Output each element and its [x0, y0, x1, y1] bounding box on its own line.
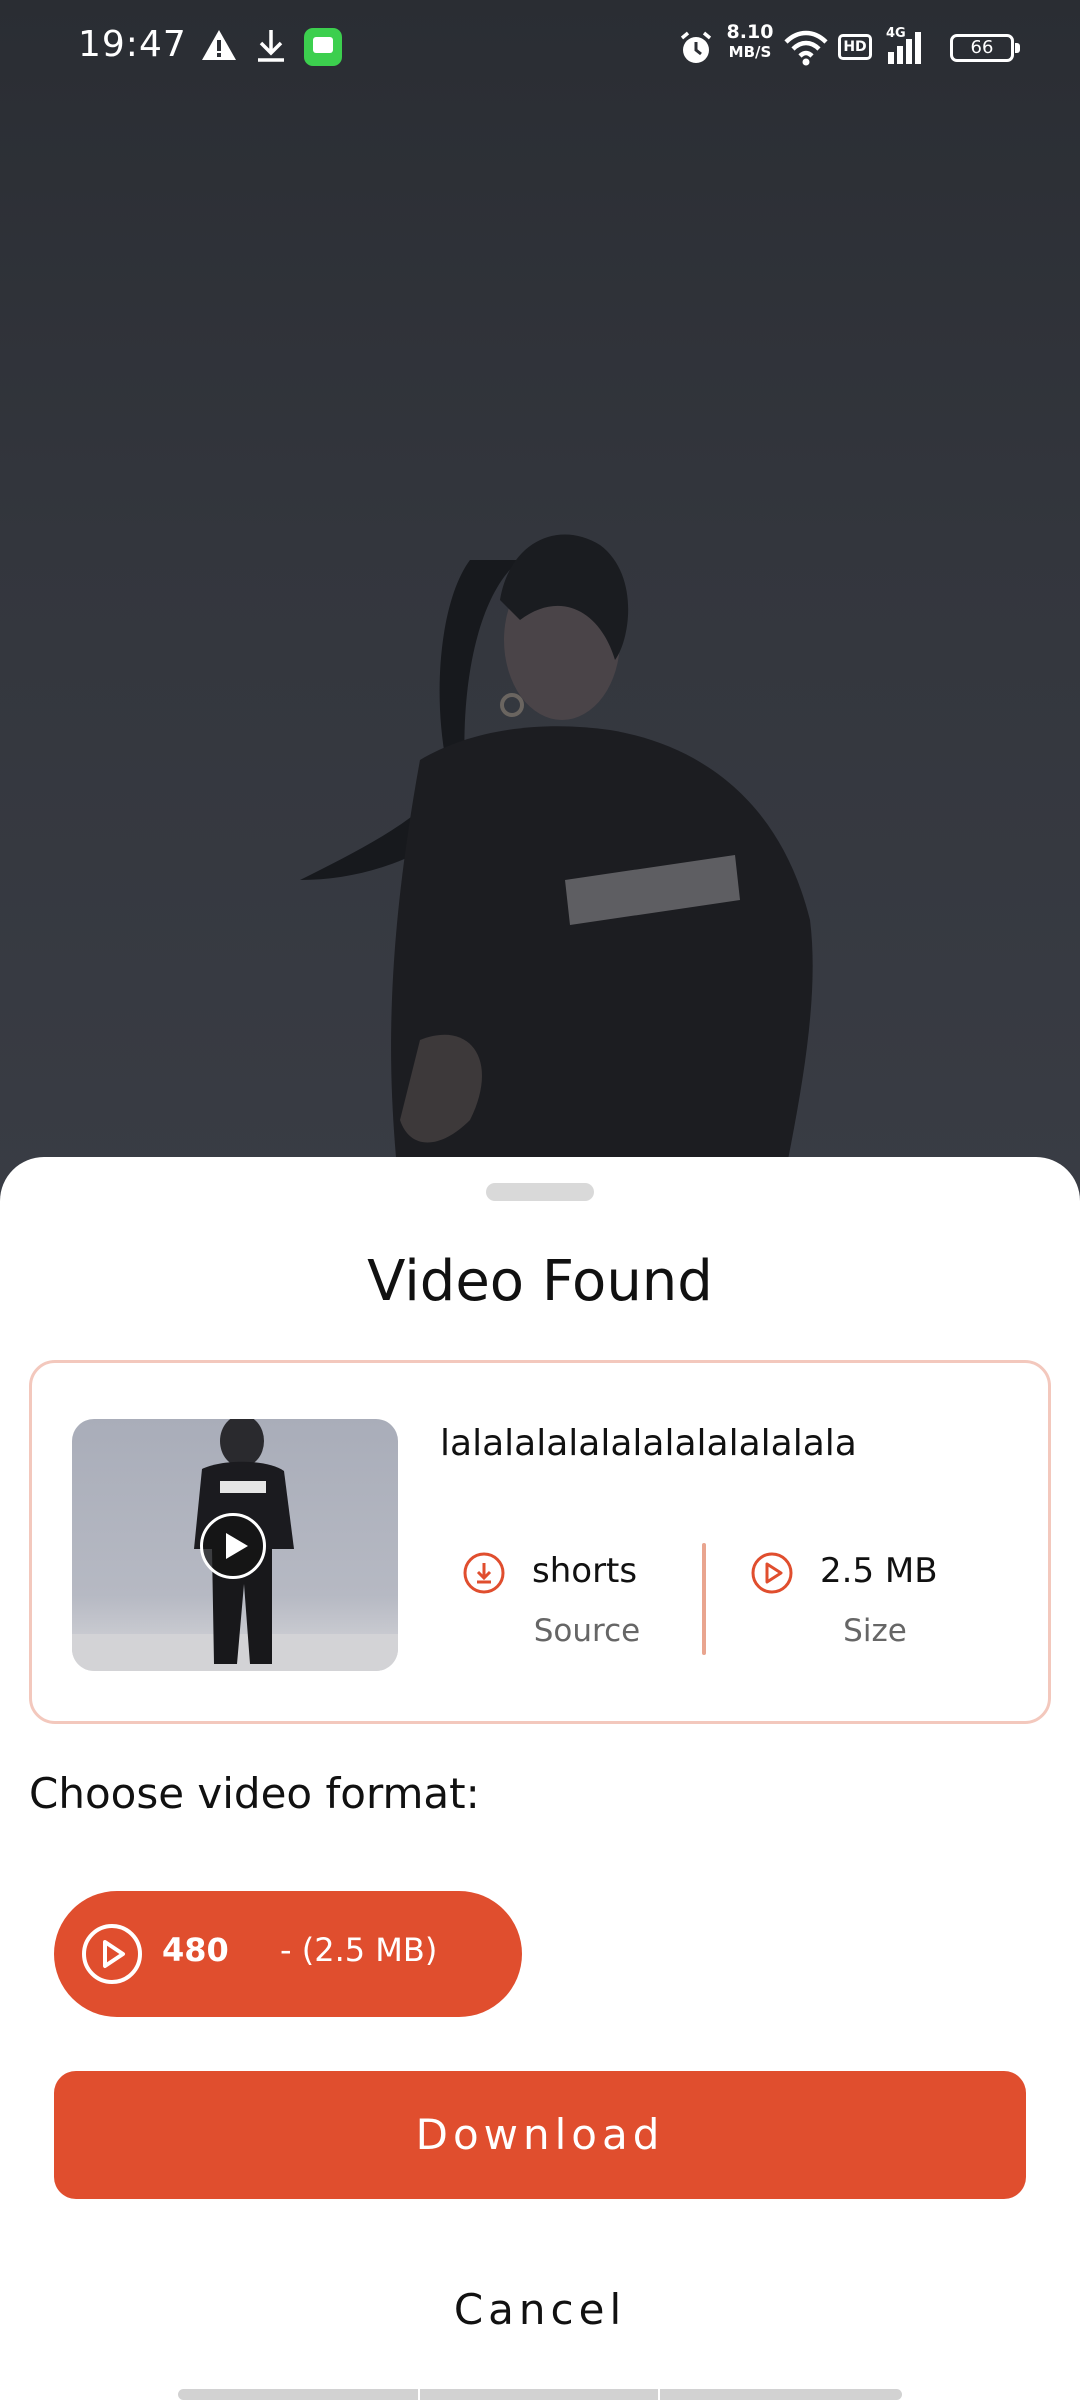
size-value: 2.5 MB [820, 1551, 938, 1591]
meta-divider [702, 1543, 706, 1655]
video-thumbnail[interactable] [72, 1419, 398, 1671]
video-figure-silhouette [300, 534, 813, 1200]
network-speed: 8.10 MB/S [722, 22, 778, 62]
network-type-label: 4G [886, 26, 906, 41]
format-resolution: 480 [162, 1931, 229, 1969]
source-label: Source [533, 1613, 641, 1649]
download-circle-icon [463, 1552, 505, 1594]
message-app-icon [304, 28, 342, 66]
cancel-button[interactable]: Cancel [340, 2265, 740, 2355]
navigation-gesture-bar [178, 2389, 902, 2400]
wifi-icon [784, 30, 828, 66]
video-found-sheet: Video Found lalalalalalalalalalalalala s… [0, 1157, 1080, 2400]
video-title: lalalalalalalalalalalalala [440, 1423, 857, 1464]
sheet-title: Video Found [367, 1249, 713, 1314]
status-time: 19:47 [78, 24, 187, 65]
status-bar: 19:47 8.10 MB/S HD 4G 66 [0, 0, 1080, 96]
hd-badge: HD [838, 34, 872, 60]
source-meta: shorts Source [462, 1547, 712, 1649]
video-info-card: lalalalalalalalalalalalala shorts Source… [29, 1360, 1051, 1724]
alarm-icon [680, 31, 712, 63]
size-label: Size [843, 1613, 907, 1649]
network-speed-value: 8.10 [726, 21, 774, 43]
network-speed-unit: MB/S [728, 43, 772, 61]
play-circle-icon [751, 1552, 793, 1594]
download-arrow-icon [258, 30, 284, 62]
download-button[interactable]: Download [54, 2071, 1026, 2199]
warning-icon [202, 30, 236, 60]
sheet-drag-handle[interactable] [486, 1183, 594, 1201]
source-value: shorts [532, 1551, 638, 1591]
format-option-480[interactable]: 480 - (2.5 MB) [54, 1891, 522, 2017]
battery-icon: 66 [950, 34, 1020, 62]
play-icon[interactable] [200, 1513, 266, 1579]
signal-icon: 4G [886, 26, 926, 66]
choose-format-label: Choose video format: [29, 1769, 480, 1818]
size-meta: 2.5 MB Size [750, 1547, 1000, 1649]
format-size: - (2.5 MB) [280, 1931, 438, 1969]
play-circle-icon [82, 1924, 142, 1984]
background-video-frame [0, 0, 1080, 1200]
